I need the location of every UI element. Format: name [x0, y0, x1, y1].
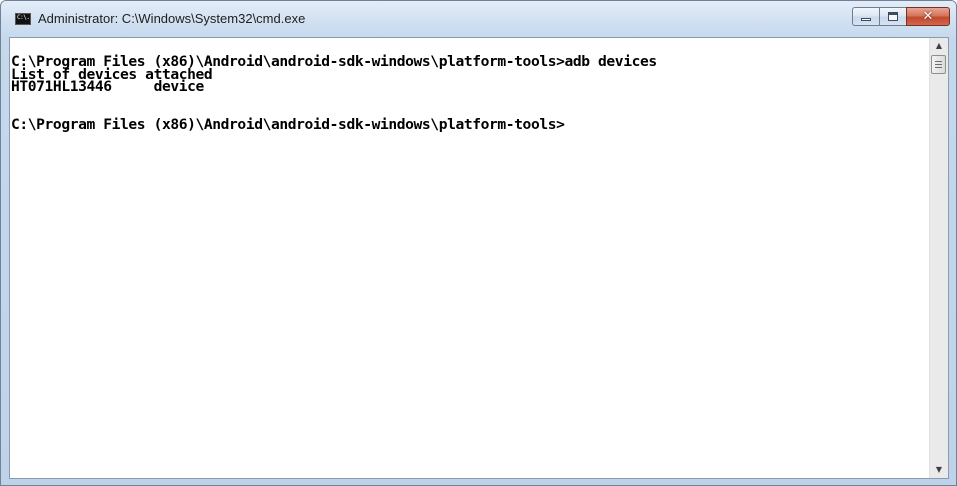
- console-line-prompt: C:\Program Files (x86)\Android\android-s…: [11, 115, 565, 133]
- vertical-scrollbar[interactable]: ▲ ▼: [929, 38, 948, 478]
- console-frame: C:\Program Files (x86)\Android\android-s…: [9, 37, 949, 479]
- maximize-button[interactable]: [879, 7, 906, 26]
- console-lines: C:\Program Files (x86)\Android\android-s…: [11, 54, 657, 133]
- cmd-icon-label: C:\.: [17, 14, 30, 21]
- cmd-window: C:\. Administrator: C:\Windows\System32\…: [0, 0, 957, 486]
- thumb-grip-line: [935, 67, 942, 68]
- minimize-button[interactable]: [852, 7, 879, 26]
- console-line-device: HT071HL13446 device: [11, 78, 204, 95]
- cmd-icon[interactable]: C:\.: [15, 13, 31, 25]
- thumb-grip-line: [935, 64, 942, 65]
- maximize-icon: [888, 12, 898, 21]
- scroll-up-arrow-icon[interactable]: ▲: [930, 38, 948, 54]
- scroll-down-arrow-icon[interactable]: ▼: [930, 462, 948, 478]
- console-output[interactable]: C:\Program Files (x86)\Android\android-s…: [10, 38, 929, 478]
- scroll-thumb[interactable]: [931, 55, 946, 74]
- caption-buttons: ✕: [852, 7, 950, 27]
- close-button[interactable]: ✕: [906, 7, 950, 26]
- console-line-blank: [11, 94, 657, 107]
- window-title: Administrator: C:\Windows\System32\cmd.e…: [38, 11, 306, 26]
- title-bar[interactable]: C:\. Administrator: C:\Windows\System32\…: [1, 1, 956, 37]
- minimize-icon: [861, 18, 871, 21]
- close-icon: ✕: [922, 9, 934, 24]
- thumb-grip-line: [935, 61, 942, 62]
